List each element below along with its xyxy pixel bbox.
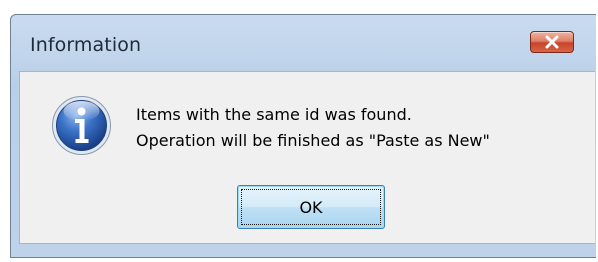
message-line-1: Items with the same id was found. [136,105,412,124]
ok-button[interactable]: OK [237,185,385,229]
information-icon [51,95,112,156]
title-bar[interactable]: Information [11,15,596,67]
message-line-2: Operation will be finished as "Paste as … [136,131,490,150]
close-icon [544,35,560,49]
ok-button-label: OK [241,189,381,225]
dialog-body: Items with the same id was found. Operat… [19,71,595,244]
close-button[interactable] [530,31,574,53]
information-dialog: Information Items with the same id was f… [10,14,596,258]
dialog-title: Information [30,34,142,56]
message-text: Items with the same id was found. Operat… [136,102,490,154]
